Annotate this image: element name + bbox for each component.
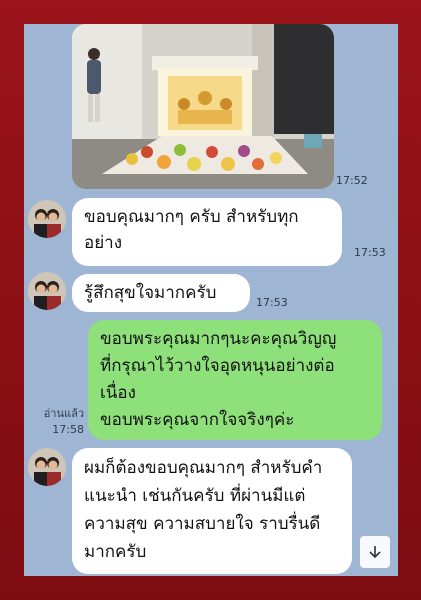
avatar-image [28,448,66,486]
photo-timestamp: 17:52 [336,174,368,187]
avatar-image [28,272,66,310]
avatar[interactable] [28,272,66,310]
message-line: เนื่อง [100,383,136,403]
scroll-down-icon [369,546,381,559]
message-bubble-outgoing[interactable]: ขอบพระคุณมากๆนะคะคุณวิญญู ที่กรุณาไว้วาง… [88,320,382,440]
message-timestamp: 17:53 [354,246,386,259]
scroll-to-bottom-button[interactable] [360,536,390,568]
avatar-image [28,200,66,238]
message-text: รู้สึกสุขใจมากครับ [84,283,217,303]
message-timestamp: 17:53 [256,296,288,309]
message-timestamp: 17:58 [52,423,84,436]
shrine-photo-image [72,24,334,189]
read-label: อ่านแล้ว [43,407,84,420]
message-bubble-incoming[interactable]: ผมก็ต้องขอบคุณมากๆ สำหรับคำแนะนำ เช่นกัน… [72,448,352,574]
avatar[interactable] [28,448,66,486]
message-line: ที่กรุณาไว้วางใจอุดหนุนอย่างต่อ [100,356,335,376]
read-receipt: อ่านแล้ว 17:58 [28,406,84,438]
avatar[interactable] [28,200,66,238]
message-bubble-incoming[interactable]: รู้สึกสุขใจมากครับ [72,274,250,312]
chat-area[interactable]: 17:52 ขอบคุณมากๆ ครับ สำหรับทุกอย่าง 17:… [24,24,398,576]
message-text: ผมก็ต้องขอบคุณมากๆ สำหรับคำแนะนำ เช่นกัน… [84,458,323,562]
message-line: ขอบพระคุณจากใจจริงๆค่ะ [100,410,295,430]
message-bubble-incoming[interactable]: ขอบคุณมากๆ ครับ สำหรับทุกอย่าง [72,198,342,266]
shrine-photo[interactable] [72,24,334,189]
message-text: ขอบคุณมากๆ ครับ สำหรับทุกอย่าง [84,207,299,253]
message-line: ขอบพระคุณมากๆนะคะคุณวิญญู [100,329,337,349]
